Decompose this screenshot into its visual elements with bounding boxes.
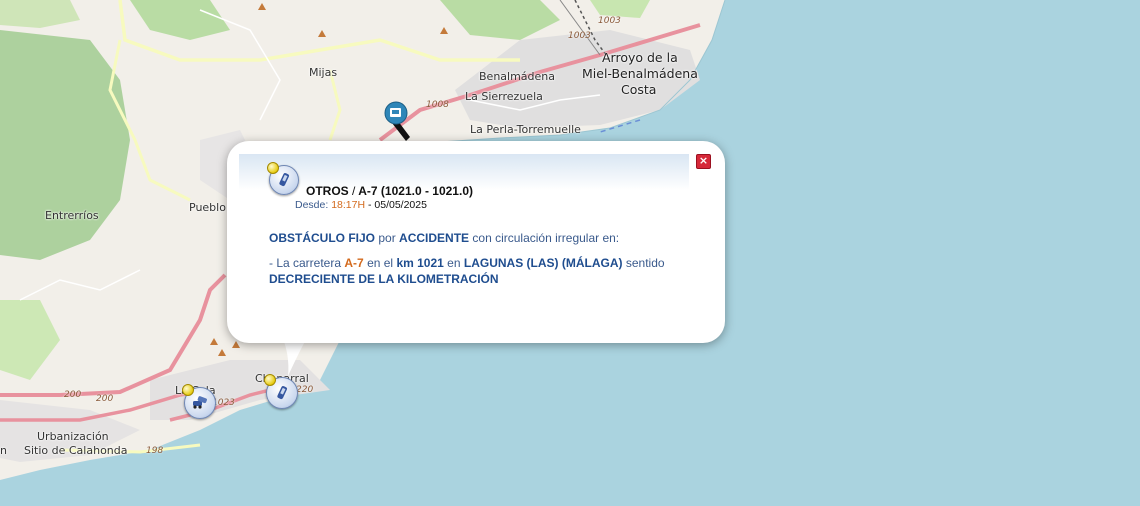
close-button[interactable]: ×: [696, 154, 711, 169]
since-time: 18:17H: [331, 199, 366, 211]
road-number: 198: [146, 446, 164, 456]
road-reference: A-7 (1021.0 - 1021.0): [358, 184, 473, 198]
since-label: Desde:: [295, 199, 329, 211]
phone-handset-icon: [277, 386, 288, 400]
place-label: Urbanización: [37, 430, 109, 443]
incident-cause: ACCIDENTE: [399, 231, 470, 245]
incident-since: Desde: 18:17H - 05/05/2025: [295, 199, 427, 211]
pin-icon[interactable]: [384, 101, 416, 146]
since-date: - 05/05/2025: [367, 199, 427, 211]
road-number: 1003: [598, 16, 621, 26]
place-label: Mijas: [309, 66, 338, 79]
place-label: La Perla-Torremuelle: [470, 123, 581, 136]
location-text: - La carretera: [269, 256, 342, 270]
place-label: Sitio de Calahonda: [24, 444, 128, 457]
road-code: A-7: [344, 256, 364, 270]
phone-handset-icon: [279, 173, 290, 187]
place-label: Benalmádena: [479, 70, 556, 83]
place-label: La Sierrezuela: [465, 90, 543, 103]
crashed-cars-icon: [193, 396, 207, 409]
municipality: LAGUNAS (LAS): [463, 256, 559, 270]
place-label: Arroyo de la: [602, 50, 678, 65]
road-number: 1003: [568, 31, 591, 41]
province: (MÁLAGA): [561, 256, 623, 270]
road-number: 200: [64, 390, 82, 400]
summary-text: con circulación irregular en:: [472, 231, 620, 245]
direction: DECRECIENTE DE LA KILOMETRACIÓN: [269, 272, 499, 286]
place-label: n: [0, 444, 7, 457]
location-text: en: [447, 256, 461, 270]
incident-location: - La carretera A-7 en el km 1021 en LAGU…: [269, 255, 699, 287]
location-text: en el: [367, 256, 394, 270]
incident-category: OTROS: [306, 184, 349, 198]
place-label: Pueblo: [189, 201, 226, 214]
accident-marker[interactable]: [182, 384, 216, 419]
incident-title: OTROS / A-7 (1021.0 - 1021.0): [306, 184, 473, 198]
place-label: Entrerríos: [45, 209, 99, 222]
place-label: Miel-Benalmádena: [582, 66, 698, 81]
summary-text: por: [378, 231, 396, 245]
kilometer-point: km 1021: [396, 256, 444, 270]
place-label: Costa: [621, 82, 657, 97]
incident-summary: OBSTÁCULO FIJO por ACCIDENTE con circula…: [269, 231, 619, 245]
location-text: sentido: [625, 256, 665, 270]
road-number: 200: [96, 394, 114, 404]
obstacle-type: OBSTÁCULO FIJO: [269, 231, 376, 245]
obstacle-marker[interactable]: [264, 374, 298, 409]
road-number: 1008: [426, 100, 449, 110]
incident-type-icon: [267, 162, 299, 195]
title-separator: /: [352, 184, 356, 198]
road-number: 220: [296, 385, 314, 395]
incident-popup: × OTROS / A-7 (1021.0 - 1021.0) Desde: 1…: [227, 141, 725, 343]
